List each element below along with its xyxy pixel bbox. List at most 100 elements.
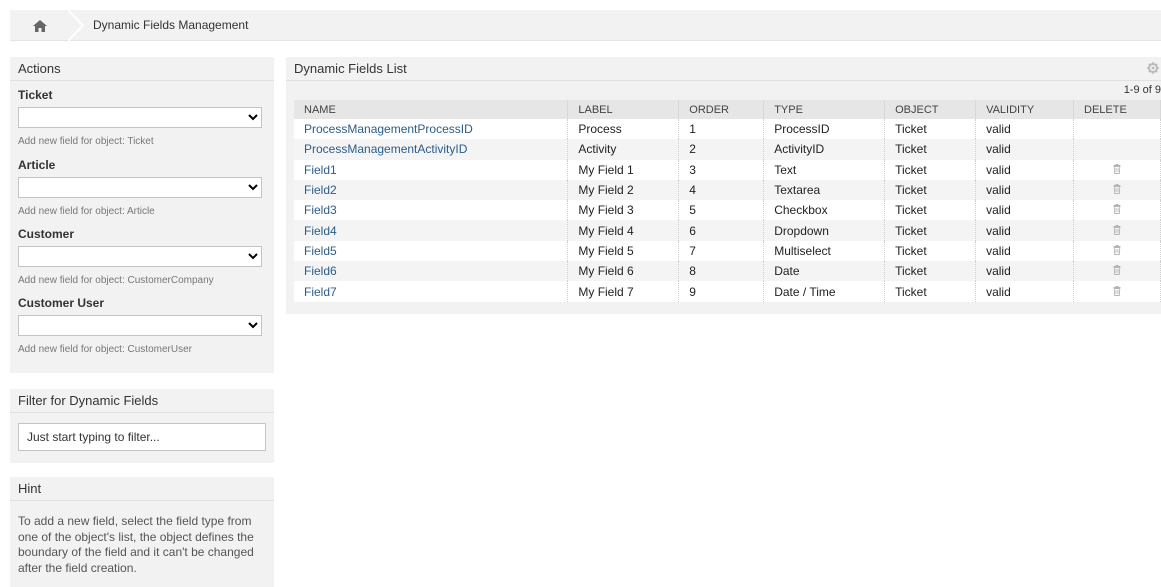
cell-name: ProcessManagementProcessID [294,119,569,140]
field-name-link[interactable]: Field2 [304,183,337,197]
column-header-type[interactable]: TYPE [763,100,886,119]
breadcrumb: Dynamic Fields Management [10,10,1161,41]
trash-icon[interactable] [1113,163,1121,174]
field-name-link[interactable]: Field3 [304,203,337,217]
action-group-article: Article Add new field for object: Articl… [18,157,264,218]
cell-type: Textarea [763,179,886,201]
cell-object: Ticket [884,261,977,282]
table-row: ProcessManagementProcessID Process 1 Proces… [294,119,1161,140]
cell-delete [1073,281,1161,302]
action-group-hint: Add new field for object: Article [18,206,155,217]
field-name-link[interactable]: ProcessManagementActivityID [304,142,467,156]
action-group-hint: Add new field for object: CustomerCompan… [18,275,214,286]
add-field-customer-user-select[interactable] [18,315,262,336]
cell-delete [1073,159,1161,180]
column-header-order[interactable]: ORDER [678,100,765,119]
column-header-label[interactable]: LABEL [567,100,680,119]
cell-name: Field7 [294,281,569,302]
field-name-link[interactable]: Field6 [304,264,337,278]
action-group-ticket: Ticket Add new field for object: Ticket [18,87,264,148]
table-row: Field1 My Field 1 3 Text Ticket valid [294,159,1161,180]
trash-icon[interactable] [1113,265,1121,276]
trash-icon[interactable] [1113,224,1121,235]
field-name-link[interactable]: Field1 [304,163,337,177]
cell-type: Text [763,159,886,180]
cell-label: My Field 1 [567,159,680,180]
field-name-link[interactable]: Field7 [304,285,337,299]
cell-name: Field6 [294,261,569,282]
cell-delete [1073,139,1161,160]
cell-validity: valid [975,179,1074,201]
cell-label: Process [567,119,680,140]
cell-name: ProcessManagementActivityID [294,139,569,160]
cell-type: ActivityID [763,139,886,160]
hint-text: To add a new field, select the field typ… [18,514,254,575]
cell-order: 5 [678,200,765,221]
action-group-title: Article [18,158,56,172]
cell-label: My Field 3 [567,200,680,221]
cell-validity: valid [975,220,1074,241]
cell-delete [1073,220,1161,241]
cell-name: Field4 [294,220,569,241]
column-header-name[interactable]: NAME [294,100,569,119]
cell-validity: valid [975,119,1074,140]
breadcrumb-home[interactable] [10,10,70,41]
cell-object: Ticket [884,159,977,180]
table-row: Field3 My Field 3 5 Checkbox Ticket valid [294,200,1161,221]
cell-type: Dropdown [763,220,886,241]
cell-label: My Field 5 [567,240,680,262]
action-group-hint: Add new field for object: Ticket [18,136,154,147]
breadcrumb-separator [68,10,84,41]
field-name-link[interactable]: Field5 [304,244,337,258]
cell-order: 8 [678,261,765,282]
column-header-object[interactable]: OBJECT [884,100,977,119]
action-group-hint: Add new field for object: CustomerUser [18,344,192,355]
cell-object: Ticket [884,179,977,201]
cell-order: 7 [678,240,765,262]
trash-icon[interactable] [1113,204,1121,215]
cell-label: My Field 2 [567,179,680,201]
table-row: Field7 My Field 7 9 Date / Time Ticket valid [294,281,1161,302]
breadcrumb-current: Dynamic Fields Management [93,18,249,32]
trash-icon[interactable] [1113,184,1121,194]
cell-validity: valid [975,281,1074,302]
home-icon [33,19,47,32]
gear-icon[interactable] [1147,62,1159,74]
action-group-customer-user: Customer User Add new field for object: … [18,295,264,356]
cell-order: 9 [678,281,765,302]
action-group-title: Customer User [18,296,105,310]
action-group-title: Ticket [18,88,53,102]
filter-input[interactable]: Just start typing to filter... [18,423,266,451]
dynamic-fields-panel: Dynamic Fields List 1-9 of 9 NAME LABEL … [286,57,1161,314]
cell-type: Date [763,261,886,282]
add-field-customer-select[interactable] [18,246,262,267]
cell-validity: valid [975,200,1074,221]
filter-title: Filter for Dynamic Fields [10,389,274,413]
table-row: Field2 My Field 2 4 Textarea Ticket valid [294,179,1161,201]
cell-delete [1073,200,1161,221]
cell-object: Ticket [884,139,977,160]
cell-delete [1073,240,1161,262]
hint-title: Hint [10,477,274,501]
trash-icon[interactable] [1113,244,1121,255]
add-field-ticket-select[interactable] [18,107,262,128]
column-header-validity[interactable]: VALIDITY [975,100,1074,119]
cell-label: My Field 7 [567,281,680,302]
cell-order: 2 [678,139,765,160]
hint-box: Hint To add a new field, select the fiel… [10,477,274,587]
add-field-article-select[interactable] [18,177,262,198]
cell-type: Checkbox [763,200,886,221]
cell-order: 6 [678,220,765,241]
trash-icon[interactable] [1113,285,1121,296]
cell-order: 4 [678,179,765,201]
action-group-title: Customer [18,227,75,241]
cell-object: Ticket [884,220,977,241]
column-header-delete: DELETE [1073,100,1161,119]
filter-box: Filter for Dynamic Fields Just start typ… [10,389,274,463]
field-name-link[interactable]: ProcessManagementProcessID [304,122,473,136]
cell-object: Ticket [884,240,977,262]
field-name-link[interactable]: Field4 [304,224,337,238]
cell-type: ProcessID [763,119,886,140]
cell-object: Ticket [884,200,977,221]
actions-box: Actions Ticket Add new field for object:… [10,57,274,373]
